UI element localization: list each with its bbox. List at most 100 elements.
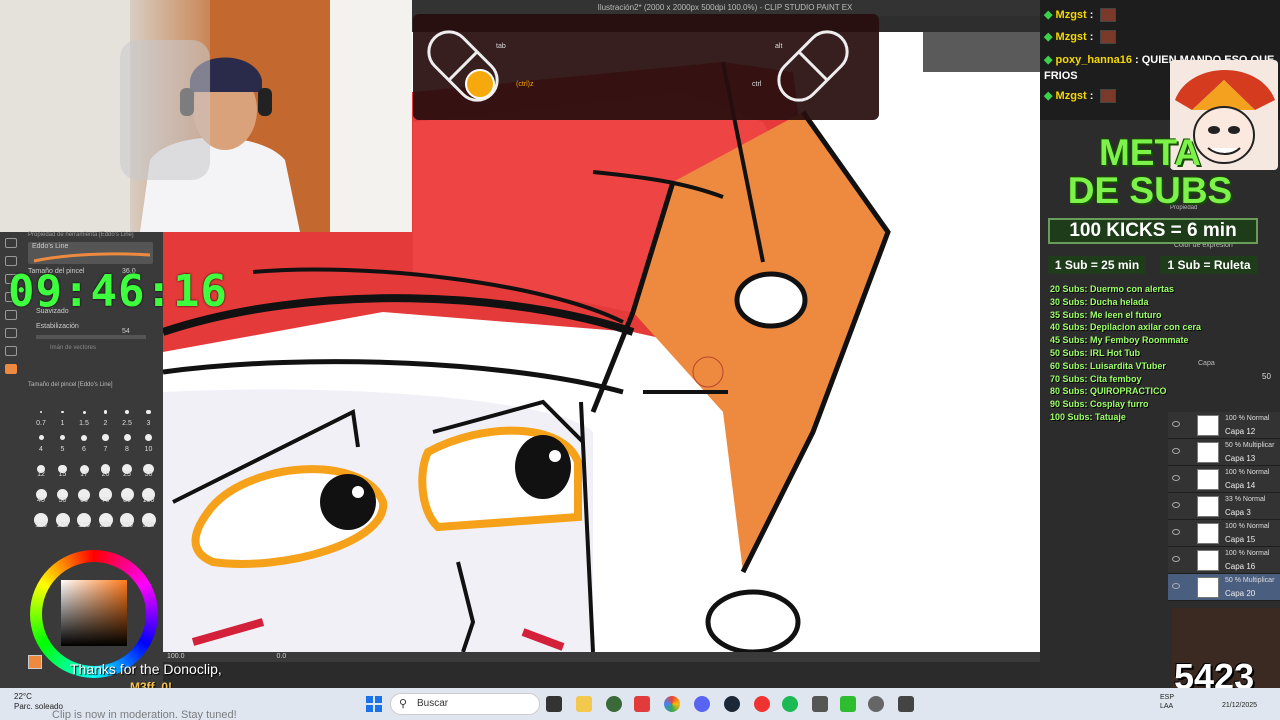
layer-opacity[interactable]: 50 bbox=[1262, 372, 1271, 381]
app-icon[interactable] bbox=[606, 696, 622, 712]
steam-icon[interactable] bbox=[724, 696, 740, 712]
sub-goal-item: 70 Subs: Cita femboy bbox=[1050, 373, 1142, 384]
taskbar-date[interactable]: 21/12/2025 bbox=[1222, 702, 1257, 709]
sub-goal-item: 20 Subs: Duermo con alertas bbox=[1050, 284, 1175, 294]
visibility-eye-icon[interactable] bbox=[1172, 556, 1180, 562]
brush-size-label: 7 bbox=[103, 445, 108, 453]
layer-blend-mode: 100 % Normal bbox=[1225, 523, 1270, 530]
layer-thumbnail bbox=[1197, 523, 1219, 544]
task-view-icon[interactable] bbox=[546, 696, 562, 712]
brush-size-dot[interactable] bbox=[40, 411, 42, 413]
sub-goal-title-line1: META bbox=[1098, 132, 1202, 173]
brush-size-label: 5 bbox=[60, 445, 65, 453]
brush-size-dot[interactable] bbox=[38, 435, 44, 440]
pen-tool-icon[interactable] bbox=[5, 238, 17, 248]
brush-size-dot[interactable] bbox=[125, 410, 129, 414]
brush-size-dot[interactable] bbox=[81, 434, 87, 441]
layer-row[interactable]: 33 % Normal Capa 3 bbox=[1168, 493, 1280, 520]
app-red-icon[interactable] bbox=[634, 696, 650, 712]
taskbar-search[interactable]: ⚲ Buscar bbox=[390, 693, 540, 715]
brush-size-label: 0.7 bbox=[36, 420, 46, 427]
layer-blend-mode: 100 % Normal bbox=[1225, 415, 1270, 422]
brush-preview[interactable]: Eddo's Line bbox=[28, 242, 153, 264]
file-explorer-icon[interactable] bbox=[576, 696, 592, 712]
main-color-swatch[interactable] bbox=[28, 655, 42, 669]
layer-row[interactable]: 100 % Normal Capa 16 bbox=[1168, 547, 1280, 574]
layer-row[interactable]: 100 % Normal Capa 14 bbox=[1168, 466, 1280, 493]
layer-row[interactable]: 50 % Multiplicar Capa 13 bbox=[1168, 439, 1280, 466]
obs-icon[interactable] bbox=[754, 696, 770, 712]
move-tool-icon[interactable] bbox=[5, 256, 17, 266]
screen: Ilustración2* (2000 x 2000px 500dpi 100.… bbox=[0, 0, 1280, 720]
brush-size-dot[interactable] bbox=[82, 410, 86, 414]
alt-key-label: alt bbox=[775, 43, 783, 50]
brush-size-label: 20 bbox=[101, 471, 110, 478]
layer-thumbnail bbox=[1197, 577, 1219, 598]
brush-size-label: 170 bbox=[78, 522, 90, 529]
brush-size-label: 60 bbox=[80, 496, 88, 504]
layer-thumbnail bbox=[1197, 415, 1219, 436]
brush-size-label: 3 bbox=[146, 420, 151, 427]
app-icon[interactable] bbox=[812, 696, 828, 712]
zoom-value[interactable]: 100.0 bbox=[167, 653, 185, 660]
sub-goal-title: META DE SUBS bbox=[1050, 134, 1250, 210]
sub-goal-item: 60 Subs: Luisardita VTuber bbox=[1050, 360, 1166, 371]
pompom-lower bbox=[705, 589, 801, 652]
sub-goal-item: 40 Subs: Depilacion axilar con cera bbox=[1050, 322, 1202, 333]
pompom-upper bbox=[734, 271, 808, 329]
layer-row[interactable]: 100 % Normal Capa 15 bbox=[1168, 520, 1280, 547]
language-indicator[interactable]: ESP LAA bbox=[1160, 693, 1174, 711]
windows-start-icon[interactable] bbox=[366, 696, 382, 712]
layer-row[interactable]: 100 % Normal Capa 12 bbox=[1168, 412, 1280, 439]
brush-size-label: 8 bbox=[125, 445, 129, 453]
visibility-eye-icon[interactable] bbox=[1172, 421, 1180, 427]
brush-size-label: 200 bbox=[99, 522, 112, 529]
brush-size-header: Tamaño del pincel [Eddo's Line] bbox=[28, 382, 113, 388]
brush-size-dot[interactable] bbox=[123, 434, 131, 441]
search-icon: ⚲ bbox=[399, 698, 408, 710]
color-swatch-icon[interactable] bbox=[5, 364, 17, 374]
clip-studio-icon[interactable] bbox=[898, 696, 914, 712]
angle-value[interactable]: 0.0 bbox=[276, 653, 286, 660]
stabilization-value[interactable]: 54 bbox=[122, 328, 130, 335]
layer-name: Capa 20 bbox=[1225, 589, 1256, 598]
brush-size-dot[interactable] bbox=[103, 410, 108, 414]
brush-size-label: 15 bbox=[58, 471, 67, 478]
brush-size-dot[interactable] bbox=[146, 409, 151, 415]
sub-goal-item: 50 Subs: IRL Hot Tub bbox=[1050, 347, 1141, 358]
spotify-icon[interactable] bbox=[782, 696, 798, 712]
chrome-icon[interactable] bbox=[664, 696, 680, 712]
donoclip-caption: Thanks for the Donoclip, bbox=[70, 661, 222, 677]
brush-size-label: 250 bbox=[121, 522, 133, 529]
sub-goal-item: 45 Subs: My Femboy Roommate bbox=[1050, 335, 1189, 346]
chat-message: ◆ Mzgst : bbox=[1044, 8, 1117, 23]
saturation-square[interactable] bbox=[61, 580, 127, 646]
brush-size-label: 10 bbox=[144, 445, 153, 453]
kick-icon[interactable] bbox=[840, 696, 856, 712]
layer-name: Capa 12 bbox=[1225, 427, 1256, 436]
brush-size-dot[interactable] bbox=[61, 410, 64, 414]
layer-thumbnail bbox=[1197, 496, 1219, 517]
visibility-eye-icon[interactable] bbox=[1172, 502, 1180, 508]
visibility-eye-icon[interactable] bbox=[1172, 448, 1180, 454]
brush-size-dot[interactable] bbox=[102, 434, 109, 441]
tool-property-header: Propiedad de herramienta [Eddo's Line] bbox=[28, 232, 134, 238]
app-icon[interactable] bbox=[868, 696, 884, 712]
lasso-tool-icon[interactable] bbox=[5, 346, 17, 356]
layer-blend-mode: 33 % Normal bbox=[1225, 496, 1266, 503]
visibility-eye-icon[interactable] bbox=[1172, 529, 1180, 535]
discord-icon[interactable] bbox=[694, 696, 710, 712]
layer-list[interactable]: 100 % Normal Capa 12 50 % Multiplicar Capa … bbox=[1168, 412, 1280, 601]
brush-size-label: 2.5 bbox=[122, 420, 132, 427]
ctrl-key-label: ctrl bbox=[752, 81, 762, 88]
webcam-feed bbox=[0, 0, 412, 232]
stabilization-slider[interactable] bbox=[36, 335, 146, 339]
visibility-eye-icon[interactable] bbox=[1172, 583, 1180, 589]
brush-size-label: 30 bbox=[144, 471, 153, 478]
visibility-eye-icon[interactable] bbox=[1172, 475, 1180, 481]
brush-size-label: 2 bbox=[103, 420, 108, 427]
layer-row[interactable]: 50 % Multiplicar Capa 20 bbox=[1168, 574, 1280, 601]
layer-name: Capa 14 bbox=[1225, 481, 1256, 490]
text-tool-icon[interactable] bbox=[5, 328, 17, 338]
brush-size-label: 70 bbox=[101, 496, 110, 504]
